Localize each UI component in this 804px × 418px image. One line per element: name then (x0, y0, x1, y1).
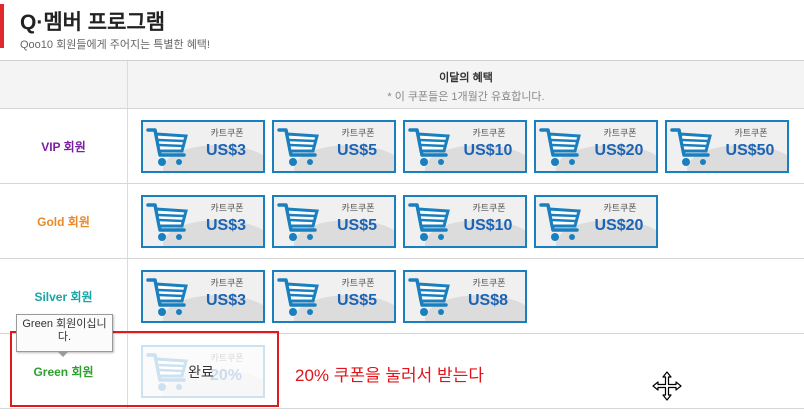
shopping-cart-icon (408, 127, 450, 166)
coupon-amount: US$3 (205, 216, 247, 234)
table-header-empty-cell (0, 61, 128, 108)
coupon-type-label: 카트쿠폰 (472, 202, 506, 213)
coupon-type-label: 카트쿠폰 (603, 202, 637, 213)
shopping-cart-icon (146, 202, 188, 241)
coupon-amount: US$20 (594, 216, 644, 234)
shopping-cart-icon (539, 127, 581, 166)
coupon-type-label: 카트쿠폰 (210, 202, 244, 213)
title-accent-bar (0, 4, 4, 48)
coupon-type-label: 카트쿠폰 (472, 277, 506, 288)
coupon-tier0-2[interactable]: 카트쿠폰 US$10 (403, 119, 527, 173)
shopping-cart-icon (408, 202, 450, 241)
page-title: Q·멤버 프로그램 (20, 11, 166, 34)
coupon-tier2-0[interactable]: 카트쿠폰 US$3 (141, 269, 265, 323)
coupon-type-label: 카트쿠폰 (341, 127, 375, 138)
shopping-cart-icon (277, 277, 319, 316)
annotation-text: 20% 쿠폰을 눌러서 받는다 (295, 366, 484, 385)
coupon-type-label: 카트쿠폰 (472, 127, 506, 138)
coupon-type-label: 카트쿠폰 (341, 202, 375, 213)
coupon-type-label: 카트쿠폰 (210, 127, 244, 138)
shopping-cart-icon (146, 277, 188, 316)
coupon-tier0-0[interactable]: 카트쿠폰 US$3 (141, 119, 265, 173)
tier-label-vip: VIP 회원 (0, 109, 128, 183)
coupon-list-silver: 카트쿠폰 US$3 카트쿠폰 US$5 카트쿠폰 US$8 (128, 259, 804, 333)
coupon-tier0-3[interactable]: 카트쿠폰 US$20 (534, 119, 658, 173)
coupon-amount: US$5 (336, 141, 378, 159)
coupon-tier1-0[interactable]: 카트쿠폰 US$3 (141, 194, 265, 248)
coupon-amount: US$5 (336, 216, 378, 234)
coupon-amount: US$8 (467, 291, 509, 309)
shopping-cart-icon (670, 127, 712, 166)
coupon-amount: US$50 (725, 141, 775, 159)
tier-row-gold: Gold 회원 카트쿠폰 US$3 카트쿠폰 US$5 카트쿠폰 US$10 카트쿠폰 US$… (0, 184, 804, 259)
shopping-cart-icon (539, 202, 581, 241)
coupon-type-label: 카트쿠폰 (210, 277, 244, 288)
tier-row-vip: VIP 회원 카트쿠폰 US$3 카트쿠폰 US$5 카트쿠폰 US$10 카트쿠폰 US$2… (0, 109, 804, 184)
monthly-benefits-heading: 이달의 혜택 (439, 72, 493, 84)
move-cursor-icon (652, 371, 682, 401)
coupon-amount: US$5 (336, 291, 378, 309)
coupon-amount: US$3 (205, 141, 247, 159)
coupon-list-gold: 카트쿠폰 US$3 카트쿠폰 US$5 카트쿠폰 US$10 카트쿠폰 US$20 (128, 184, 804, 258)
coupon-tier2-1[interactable]: 카트쿠폰 US$5 (272, 269, 396, 323)
tier-row-silver: Silver 회원 카트쿠폰 US$3 카트쿠폰 US$5 카트쿠폰 US$8 (0, 259, 804, 334)
tooltip-arrow (57, 351, 69, 357)
coupon-tier0-4[interactable]: 카트쿠폰 US$50 (665, 119, 789, 173)
coupon-amount: US$3 (205, 291, 247, 309)
page-subtitle: Qoo10 회원들에게 주어지는 특별한 혜택! (20, 39, 210, 51)
shopping-cart-icon (277, 127, 319, 166)
coupon-amount: US$10 (463, 141, 513, 159)
table-header-row: 이달의 혜택 * 이 쿠폰들은 1개월간 유효합니다. (0, 61, 804, 109)
tier-tooltip: Green 회원이십니다. (16, 314, 113, 352)
coupon-list-vip: 카트쿠폰 US$3 카트쿠폰 US$5 카트쿠폰 US$10 카트쿠폰 US$20 카트쿠폰 US… (128, 109, 804, 183)
tier-label-gold: Gold 회원 (0, 184, 128, 258)
coupon-tier2-2[interactable]: 카트쿠폰 US$8 (403, 269, 527, 323)
coupon-type-label: 카트쿠폰 (341, 277, 375, 288)
coupon-tier0-1[interactable]: 카트쿠폰 US$5 (272, 119, 396, 173)
coupon-tier1-3[interactable]: 카트쿠폰 US$20 (534, 194, 658, 248)
shopping-cart-icon (408, 277, 450, 316)
coupon-tier1-1[interactable]: 카트쿠폰 US$5 (272, 194, 396, 248)
coupon-tier1-2[interactable]: 카트쿠폰 US$10 (403, 194, 527, 248)
validity-note: * 이 쿠폰들은 1개월간 유효합니다. (387, 91, 545, 103)
table-header-cell: 이달의 혜택 * 이 쿠폰들은 1개월간 유효합니다. (128, 61, 804, 108)
shopping-cart-icon (277, 202, 319, 241)
coupon-amount: US$10 (463, 216, 513, 234)
coupon-amount: US$20 (594, 141, 644, 159)
shopping-cart-icon (146, 127, 188, 166)
coupon-type-label: 카트쿠폰 (603, 127, 637, 138)
coupon-type-label: 카트쿠폰 (734, 127, 768, 138)
